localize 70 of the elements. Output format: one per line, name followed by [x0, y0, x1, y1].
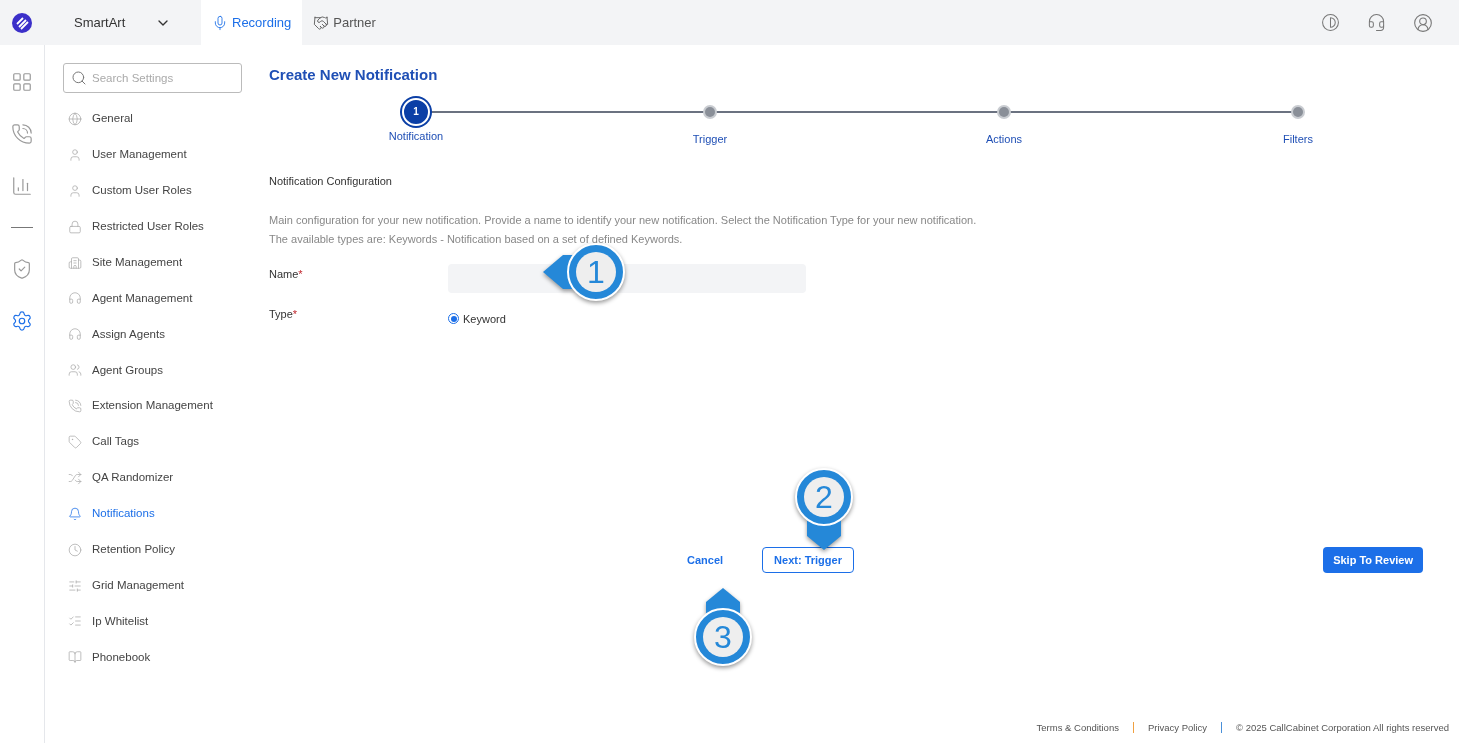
- step-label: Filters: [1283, 131, 1313, 147]
- users-icon: [68, 363, 82, 378]
- building-icon: [68, 255, 82, 270]
- step-indicator: 1: [402, 97, 430, 126]
- settings-menu-item[interactable]: Custom User Roles: [63, 172, 256, 209]
- user-icon: [68, 147, 82, 162]
- microphone-icon: [212, 14, 228, 31]
- step-label: Notification: [388, 128, 444, 144]
- copyright-text: © 2025 CallCabinet Corporation All rights reserved: [1236, 720, 1449, 735]
- settings-menu-item[interactable]: Phonebook: [63, 639, 256, 676]
- settings-icon: [11, 310, 33, 332]
- shuffle-icon: [68, 470, 82, 485]
- bell-icon: [68, 506, 82, 521]
- footer-link[interactable]: Privacy Policy: [1147, 720, 1208, 735]
- settings-menu-item[interactable]: Retention Policy: [63, 531, 256, 568]
- footer-link[interactable]: Terms & Conditions: [1036, 720, 1119, 735]
- rail-button[interactable]: [11, 123, 33, 145]
- sliders-icon: [68, 578, 82, 593]
- settings-menu-item[interactable]: Extension Management: [63, 388, 256, 424]
- settings-menu-item[interactable]: Agent Management: [63, 280, 256, 317]
- settings-menu-item[interactable]: Call Tags: [63, 424, 256, 460]
- settings-menu-item[interactable]: Agent Groups: [63, 352, 256, 389]
- description-text: Main configuration for your new notification. Provide a name to identify your new notification. Select the Notification Type for your new notification.: [269, 212, 978, 228]
- search-field[interactable]: Search Settings: [63, 63, 242, 93]
- step-label: Trigger: [692, 131, 728, 147]
- settings-menu-item[interactable]: Restricted User Roles: [63, 208, 256, 245]
- radio-option[interactable]: Keyword: [448, 310, 506, 327]
- contrast-icon[interactable]: [1321, 13, 1340, 32]
- next-button[interactable]: Next: Trigger: [762, 547, 854, 573]
- phone-icon: [68, 399, 82, 414]
- user-icon: [68, 183, 82, 198]
- nav-tab[interactable]: Recording: [201, 0, 303, 45]
- list-icon: [68, 614, 82, 629]
- tag-icon: [68, 434, 82, 449]
- grid-icon: [11, 71, 33, 93]
- search-icon: [71, 70, 87, 86]
- lock-icon: [68, 219, 82, 234]
- settings-menu-item[interactable]: QA Randomizer: [63, 459, 256, 496]
- step-label: Actions: [985, 131, 1023, 147]
- settings-menu-item[interactable]: Notifications: [63, 495, 256, 532]
- headset-icon: [68, 327, 82, 342]
- settings-menu-item[interactable]: User Management: [63, 136, 256, 173]
- settings-menu-item[interactable]: Site Management: [63, 244, 256, 281]
- clock-icon: [68, 542, 82, 557]
- shield-icon: [11, 258, 33, 280]
- settings-menu-item[interactable]: Ip Whitelist: [63, 603, 256, 640]
- rail-button[interactable]: [11, 175, 33, 197]
- headset-icon[interactable]: [1367, 13, 1386, 32]
- rail-button[interactable]: [11, 310, 33, 332]
- globe-icon: [68, 111, 82, 126]
- user-profile-icon[interactable]: [1413, 12, 1433, 33]
- cancel-button[interactable]: Cancel: [687, 551, 724, 569]
- rail-button[interactable]: [11, 71, 33, 93]
- settings-menu-item[interactable]: Assign Agents: [63, 316, 256, 353]
- section-title: Notification Configuration: [269, 174, 393, 189]
- nav-tab[interactable]: Partner: [302, 0, 387, 45]
- book-icon: [68, 650, 82, 665]
- headset-icon: [68, 291, 82, 306]
- field-label: Name*: [269, 266, 304, 282]
- logo-icon: [11, 11, 33, 34]
- settings-menu-item[interactable]: General: [63, 101, 256, 137]
- workspace-dropdown[interactable]: SmartArt: [74, 12, 171, 33]
- settings-menu-item[interactable]: Grid Management: [63, 567, 256, 604]
- skip-to-review-button[interactable]: Skip To Review: [1323, 547, 1423, 573]
- handshake-icon: [313, 14, 330, 31]
- phone-icon: [11, 123, 33, 145]
- page-title: Create New Notification: [269, 65, 439, 85]
- rail-button[interactable]: [11, 258, 33, 280]
- bar-chart-icon: [11, 175, 33, 197]
- field-label: Type*: [269, 306, 299, 322]
